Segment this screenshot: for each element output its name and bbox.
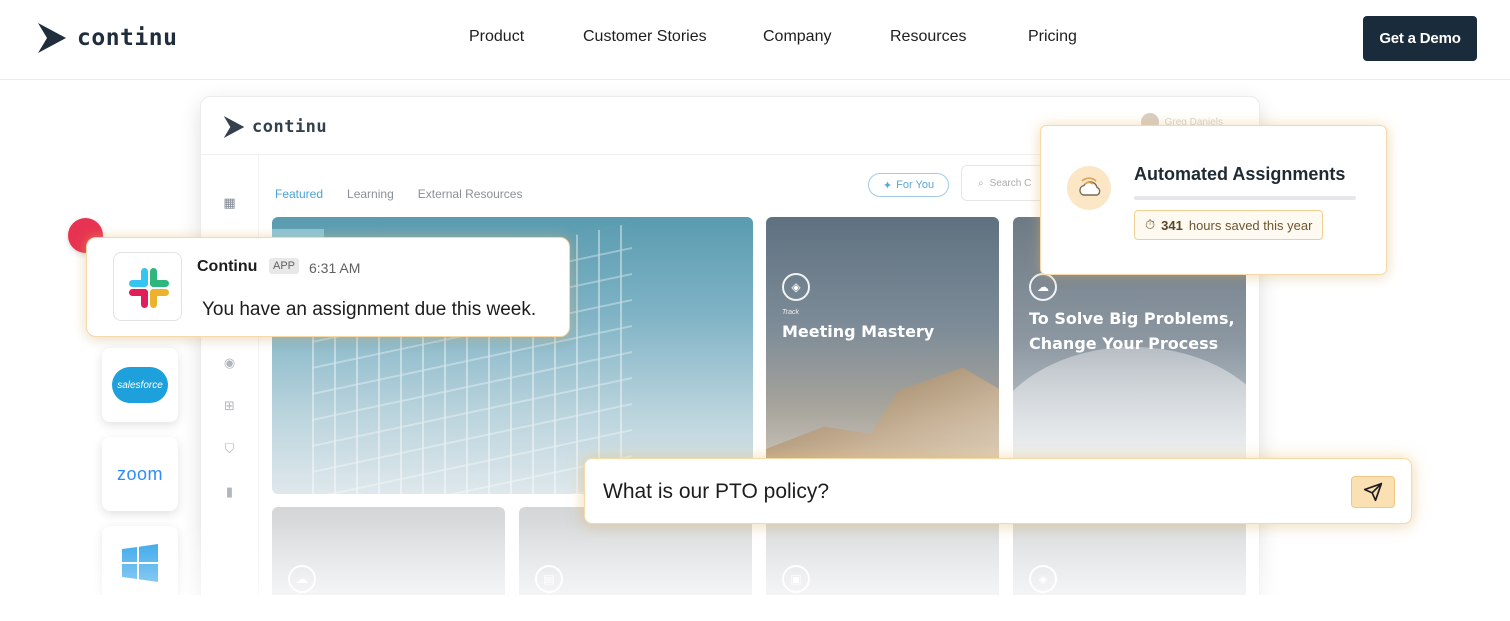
- chat-input[interactable]: What is our PTO policy?: [584, 458, 1412, 524]
- nav-pricing[interactable]: Pricing: [1028, 28, 1077, 46]
- top-navigation: continu Product Customer Stories Company…: [0, 0, 1510, 80]
- automated-assignments-title: Automated Assignments: [1134, 164, 1346, 184]
- for-you-label: For You: [896, 179, 935, 191]
- shield-icon: ⛉: [224, 441, 235, 456]
- hero-section: continu Greg Daniels ▦ ◉ ⊞ ⛉ ▮ Featured …: [0, 81, 1510, 595]
- salesforce-wordmark: salesforce: [117, 379, 163, 391]
- main-nav: Product Customer Stories Company Resourc…: [0, 28, 1510, 52]
- tab-featured[interactable]: Featured: [275, 187, 323, 201]
- hours-saved-badge: ⏱ 341 hours saved this year: [1134, 210, 1324, 240]
- analytics-icon: ▮: [225, 484, 234, 499]
- profile-icon: ◉: [223, 355, 236, 370]
- app-side-rail: ▦ ◉ ⊞ ⛉ ▮: [201, 155, 259, 595]
- divider: [1134, 196, 1356, 200]
- search-icon: ⌕: [978, 177, 984, 189]
- building-icon: ▣: [782, 565, 810, 593]
- search-placeholder: Search C: [989, 177, 1032, 189]
- card-title-line1: To Solve Big Problems,: [1029, 309, 1235, 328]
- send-icon: [1363, 482, 1383, 502]
- nav-customer-stories[interactable]: Customer Stories: [583, 28, 707, 46]
- nav-company[interactable]: Company: [763, 28, 831, 46]
- slack-logo-icon: [113, 252, 182, 321]
- salesforce-tile: salesforce: [102, 348, 178, 422]
- cloud-icon: ☁: [1029, 273, 1057, 301]
- stopwatch-icon: ⏱: [1145, 217, 1156, 232]
- windows-tile: [102, 526, 178, 595]
- zoom-tile: zoom: [102, 437, 178, 511]
- track-icon: ◈: [782, 273, 810, 301]
- send-button[interactable]: [1351, 476, 1395, 508]
- card-title-line2: Change Your Process: [1029, 334, 1219, 353]
- slack-sender: Continu: [197, 258, 258, 275]
- app-brand-arrow-icon: [223, 116, 245, 138]
- salesforce-logo-icon: salesforce: [112, 367, 168, 403]
- course-card-row2-1[interactable]: ☁: [272, 507, 505, 595]
- chat-question-text[interactable]: What is our PTO policy?: [603, 480, 829, 504]
- slack-timestamp: 6:31 AM: [309, 260, 361, 276]
- nav-resources[interactable]: Resources: [890, 28, 966, 46]
- tab-learning[interactable]: Learning: [347, 187, 394, 201]
- hours-value: 341: [1161, 217, 1183, 233]
- tab-external-resources[interactable]: External Resources: [418, 187, 523, 201]
- slack-notification[interactable]: Continu APP 6:31 AM You have an assignme…: [86, 237, 570, 337]
- track-icon: ◈: [1029, 565, 1057, 593]
- apps-icon: ⊞: [224, 398, 235, 413]
- nav-product[interactable]: Product: [469, 28, 524, 46]
- windows-logo-icon: [122, 544, 158, 582]
- app-tabs: Featured Learning External Resources: [275, 187, 522, 201]
- wifi-cloud-icon: [1067, 166, 1111, 210]
- get-a-demo-button[interactable]: Get a Demo: [1363, 16, 1477, 61]
- course-card-meeting-mastery[interactable]: ◈ Track Meeting Mastery: [766, 217, 999, 494]
- dashboard-icon: ▦: [223, 195, 236, 210]
- document-icon: ▤: [535, 565, 563, 593]
- card-kicker: Track: [782, 309, 799, 316]
- for-you-button[interactable]: ✦ For You: [868, 173, 949, 197]
- app-brand-wordmark: continu: [252, 117, 328, 137]
- slack-hash-icon: [129, 268, 169, 308]
- hours-suffix: hours saved this year: [1188, 217, 1313, 233]
- card-title: Meeting Mastery: [782, 322, 935, 341]
- zoom-logo-icon: zoom: [116, 463, 163, 484]
- app-brand-logo: continu: [223, 115, 327, 139]
- slack-message: You have an assignment due this week.: [202, 299, 537, 320]
- sparkle-icon: ✦: [882, 179, 893, 192]
- automated-assignments-card: Automated Assignments ⏱ 341 hours saved …: [1040, 125, 1387, 275]
- slack-app-badge: APP: [269, 258, 300, 274]
- cloud-icon: ☁: [288, 565, 316, 593]
